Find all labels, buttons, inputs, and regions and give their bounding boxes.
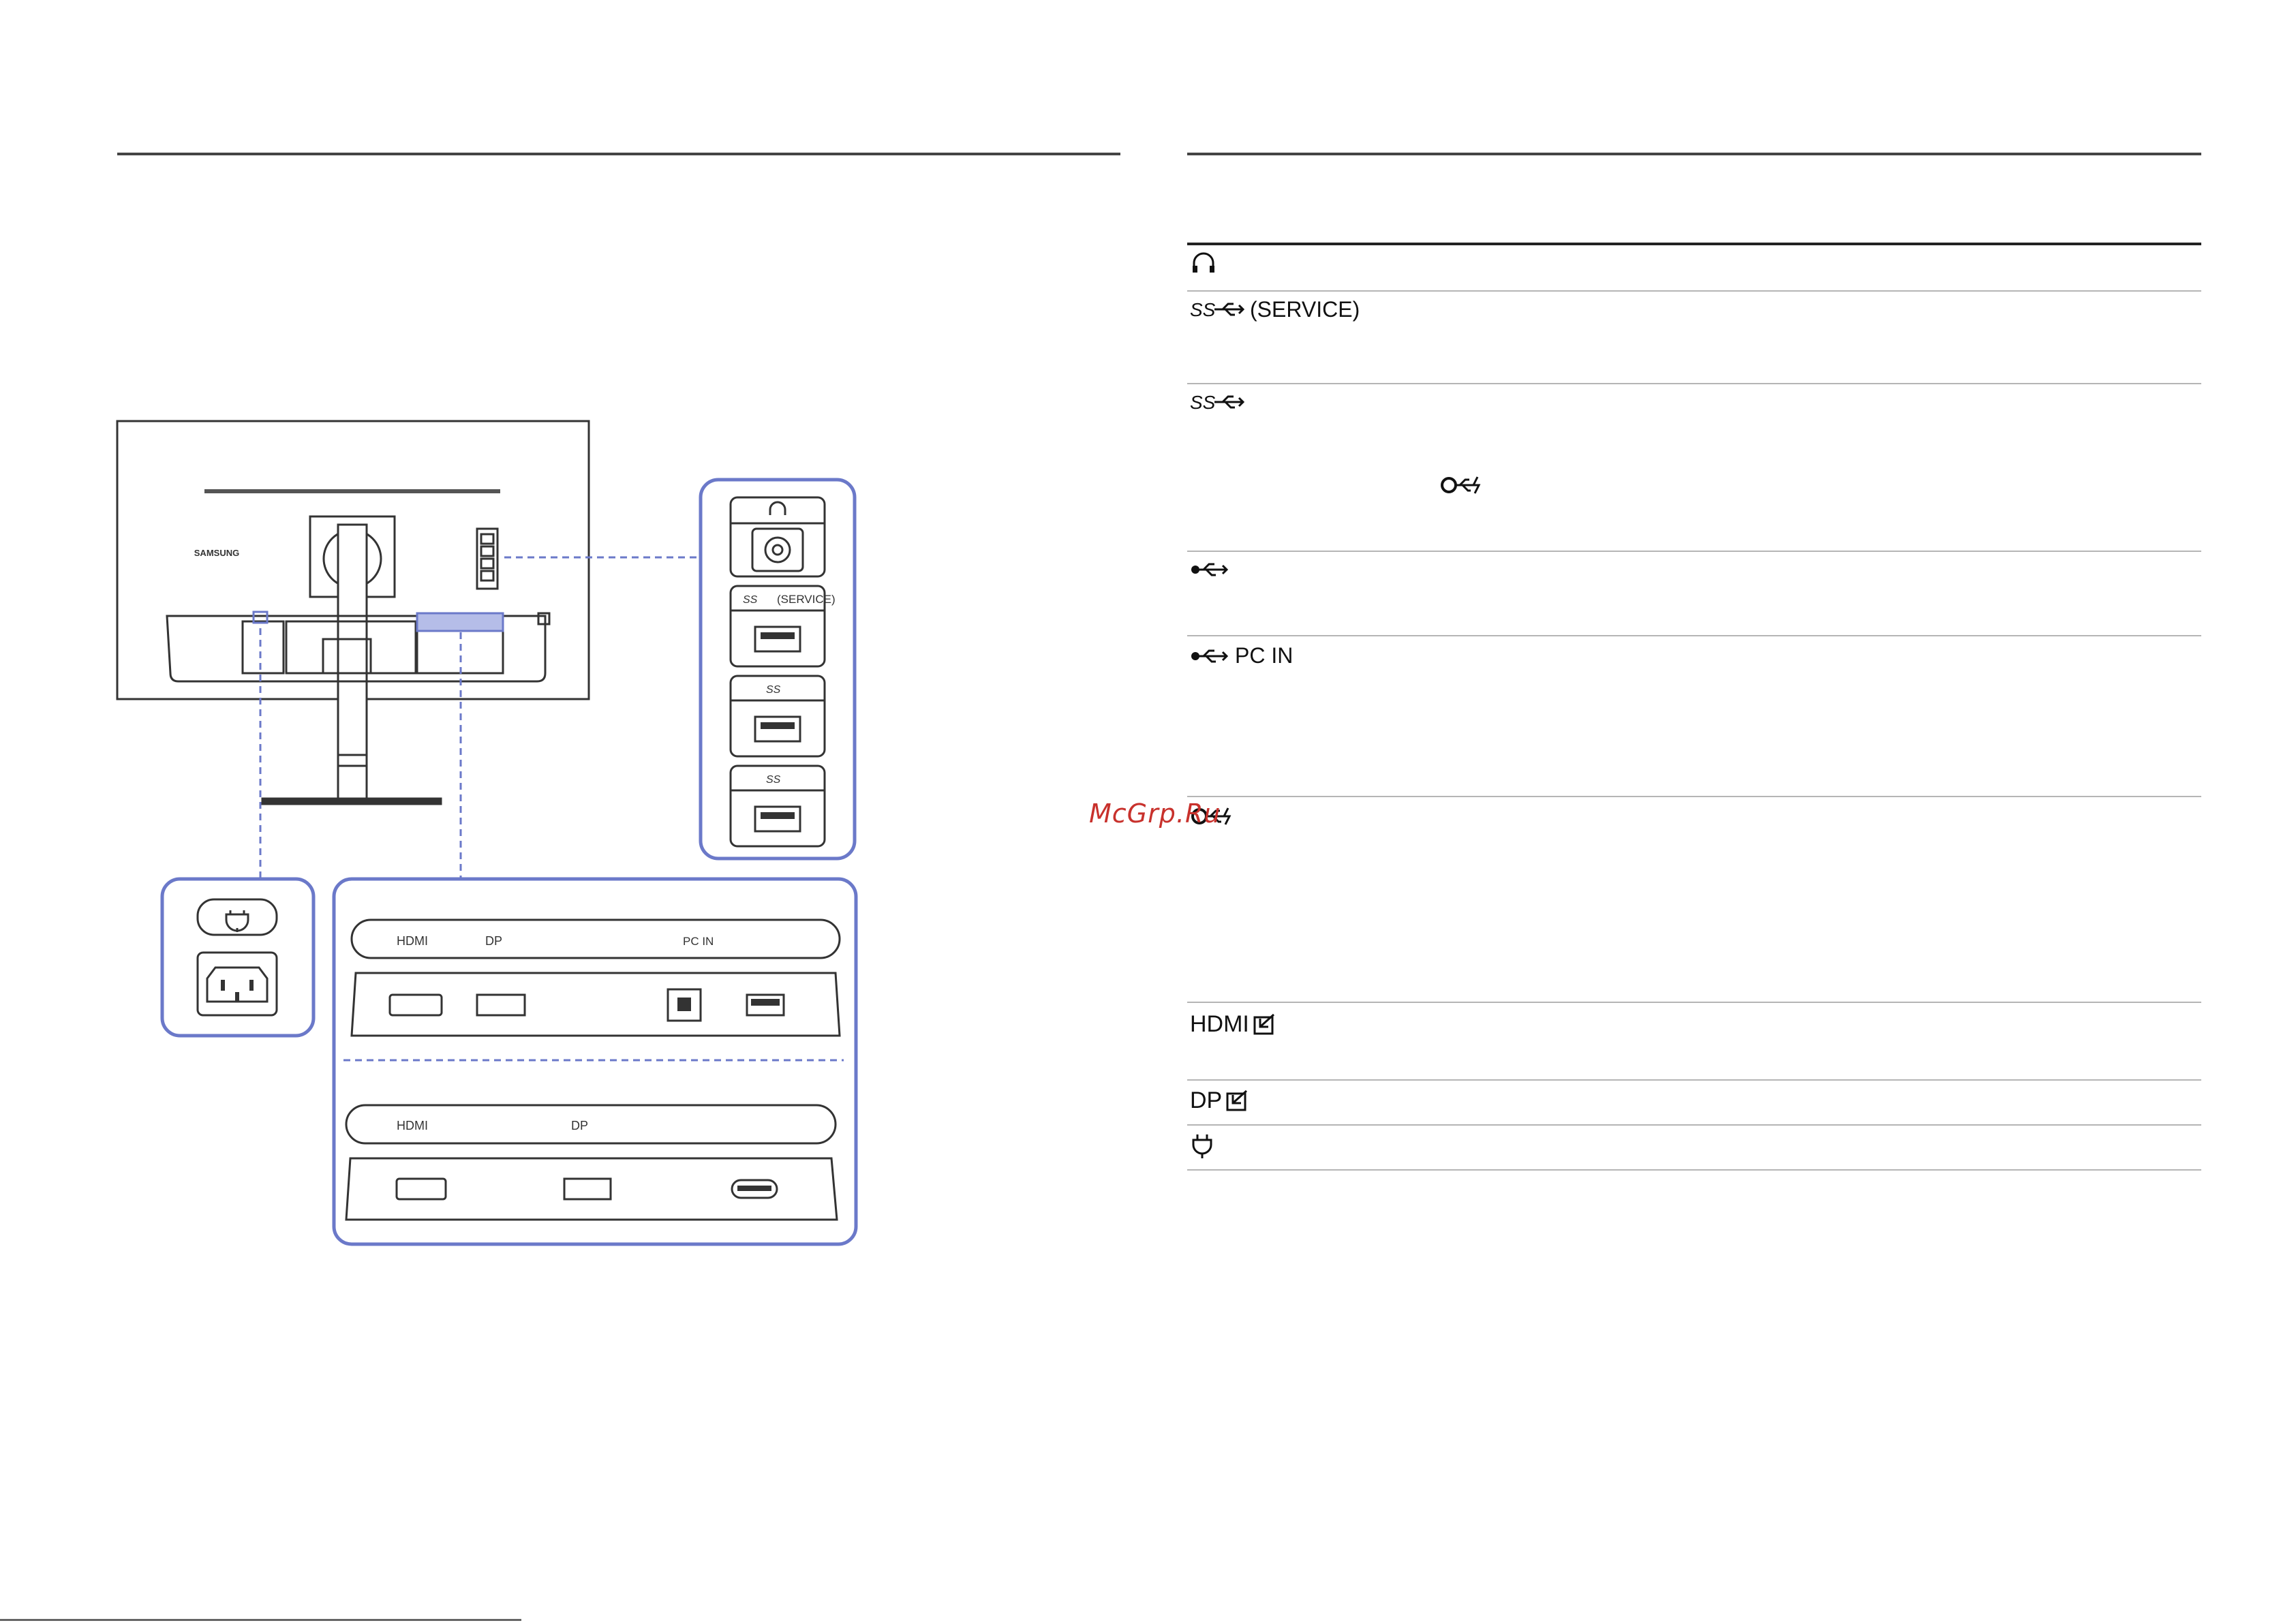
- dp-label: DP: [1190, 1087, 1223, 1113]
- bottom-a-dp-label: DP: [485, 934, 502, 948]
- svg-text:SS: SS: [1190, 392, 1216, 413]
- watermark: McGrp.Ru: [1089, 799, 1221, 829]
- table-divider: [1187, 1079, 2201, 1081]
- usb-service-label: (SERVICE): [1250, 296, 1360, 322]
- svg-text:SS: SS: [766, 684, 781, 696]
- table-divider: [1187, 796, 2201, 797]
- table-row: DP: [1190, 1087, 1251, 1114]
- pc-in-label: PC IN: [1235, 643, 1294, 668]
- svg-text:SS: SS: [766, 774, 781, 786]
- svg-text:SS: SS: [743, 594, 758, 606]
- table-row: HDMI: [1190, 1011, 1278, 1038]
- bottom-a-pc-in-label: PC IN: [683, 935, 714, 948]
- table-row: SS: [1190, 388, 1246, 416]
- table-row: [1190, 557, 1231, 582]
- hdmi-input-icon: [1253, 1013, 1274, 1034]
- usb-c-power-icon: [1441, 476, 1481, 494]
- bottom-b-dp-label: DP: [571, 1119, 588, 1132]
- headphone-icon: [1193, 252, 1214, 273]
- bottom-ports-panel: HDMI DP PC IN HDMI DP: [332, 877, 858, 1246]
- bottom-b-hdmi-label: HDMI: [397, 1119, 428, 1132]
- table-divider: [1187, 290, 2201, 292]
- table-row: [1190, 1132, 1214, 1160]
- side-ports-panel: SS (SERVICE) SS SS: [699, 478, 857, 861]
- power-panel: [160, 877, 316, 1038]
- dp-input-icon: [1226, 1089, 1248, 1111]
- table-row: SS (SERVICE): [1190, 296, 1360, 323]
- table-top-rule: [1187, 243, 2201, 245]
- monitor-back: [116, 420, 590, 805]
- table-row: PC IN: [1190, 643, 1293, 668]
- table-divider: [1187, 383, 2201, 384]
- svg-text:SS: SS: [1190, 299, 1216, 320]
- table-divider: [1187, 1002, 2201, 1003]
- side-usb-service-label: (SERVICE): [777, 593, 836, 606]
- usb-superspeed-icon: SS: [1190, 299, 1245, 320]
- usb-icon: [1191, 563, 1229, 576]
- power-plug-icon: [1192, 1134, 1212, 1158]
- table-divider: [1187, 1169, 2201, 1171]
- usb-superspeed-icon: SS: [1190, 392, 1245, 413]
- headphone-icon: [769, 501, 786, 515]
- monitor-port-diagram: SAMSUNG SS (SERVICE) SS SS HDMI DP PC IN…: [116, 420, 858, 1246]
- table-divider: [1187, 635, 2201, 636]
- power-plug-icon: [225, 910, 249, 932]
- bottom-a-hdmi-label: HDMI: [397, 934, 428, 948]
- right-header-rule: [1187, 153, 2201, 155]
- table-divider: [1187, 1124, 2201, 1126]
- table-divider: [1187, 551, 2201, 552]
- hdmi-label: HDMI: [1190, 1011, 1249, 1037]
- usb-icon: [1191, 649, 1229, 662]
- brand-logo: SAMSUNG: [194, 548, 239, 558]
- table-row: [1190, 249, 1217, 277]
